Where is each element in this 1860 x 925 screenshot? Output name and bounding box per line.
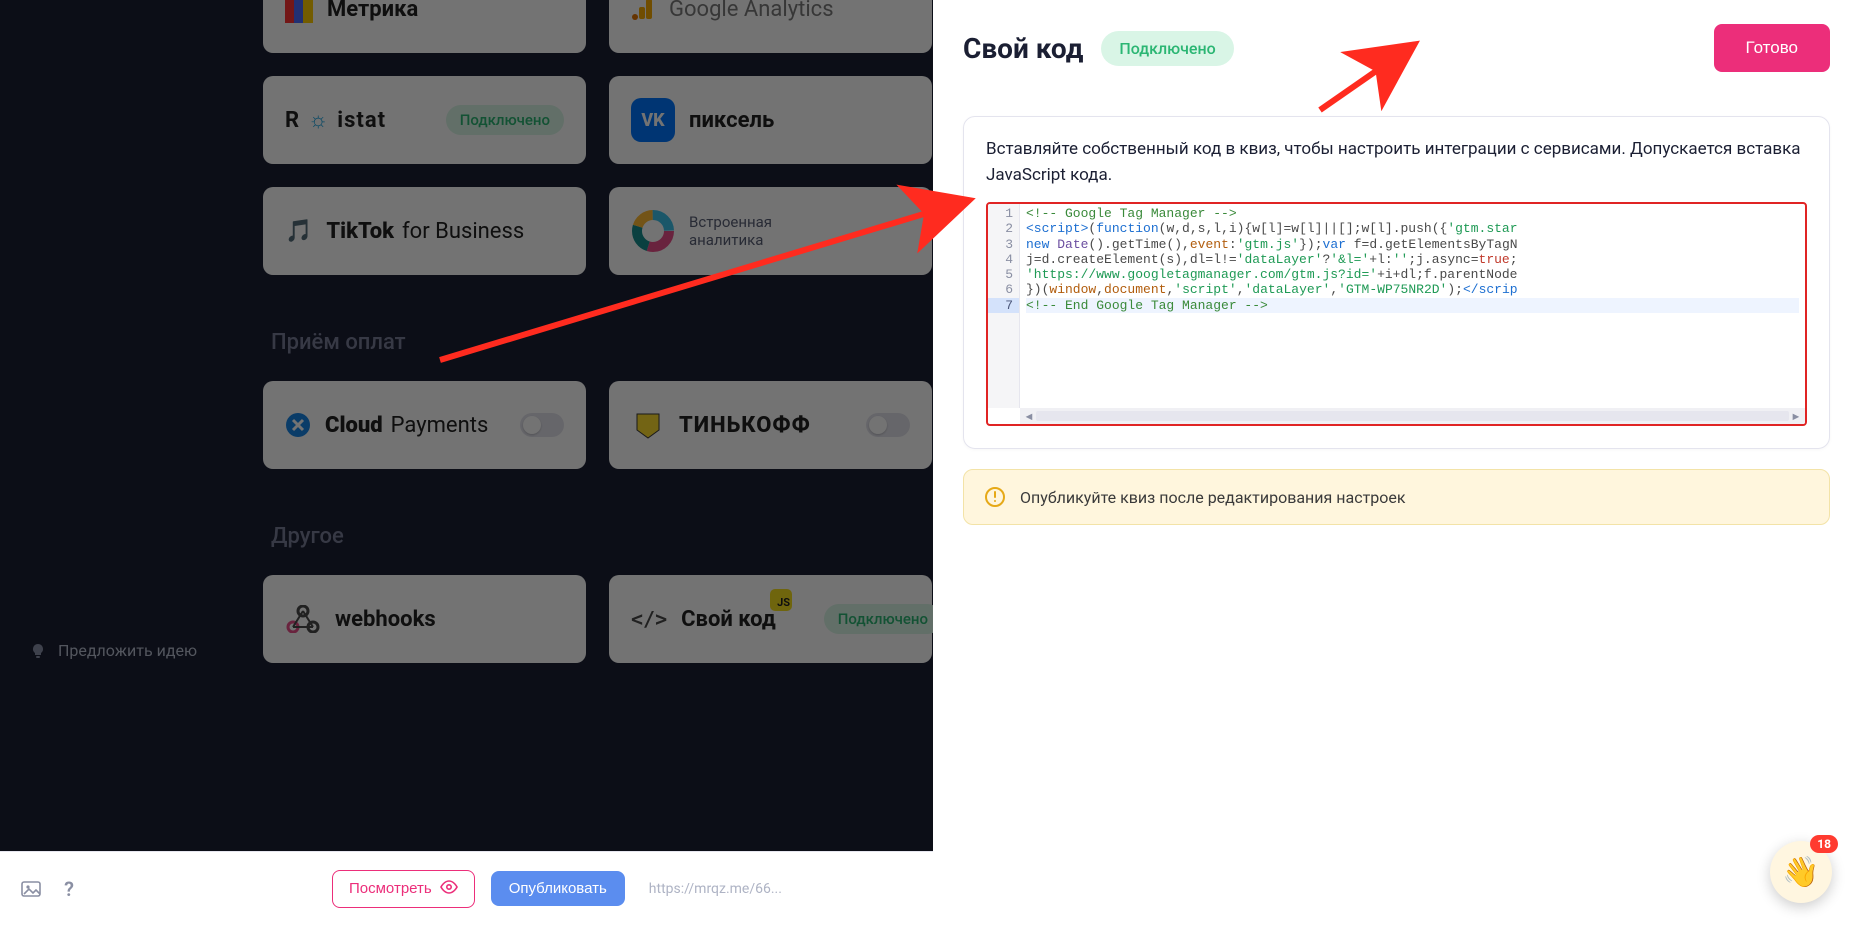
card-label: TikTok for Business xyxy=(326,219,524,244)
horizontal-scrollbar[interactable]: ◄ ► xyxy=(1020,408,1805,424)
warning-alert: Опубликуйте квиз после редактирования на… xyxy=(963,469,1830,525)
warning-icon xyxy=(984,486,1006,508)
status-badge: Подключено xyxy=(446,105,564,135)
help-icon[interactable]: ? xyxy=(58,878,80,900)
tiktok-icon: 🎵 xyxy=(285,219,312,244)
section-title-other: Другое xyxy=(271,524,933,549)
card-label: CloudPayments xyxy=(325,413,488,438)
code-content[interactable]: <!-- Google Tag Manager --> <script>(fun… xyxy=(1020,204,1805,408)
bulb-icon xyxy=(30,643,46,659)
card-builtin-analytics[interactable]: Встроеннаяаналитика xyxy=(609,187,932,275)
status-badge: Подключено xyxy=(824,604,942,634)
metrika-icon xyxy=(285,0,313,23)
toggle[interactable] xyxy=(866,413,910,437)
editor-container: Вставляйте собственный код в квиз, чтобы… xyxy=(963,116,1830,449)
card-yandex-metrika[interactable]: Метрика xyxy=(263,0,586,53)
scroll-right-icon[interactable]: ► xyxy=(1789,410,1803,423)
suggest-idea-button[interactable]: Предложить идею xyxy=(30,641,197,660)
footer-bar: ? Посмотреть Опубликовать https://mrqz.m… xyxy=(0,851,933,925)
background-integrations: Метрика Google Analytics R☼istat Подключ… xyxy=(0,0,933,925)
warning-text: Опубликуйте квиз после редактирования на… xyxy=(1020,488,1406,507)
tinkoff-icon xyxy=(631,408,665,442)
card-tinkoff[interactable]: ТИНЬКОФФ xyxy=(609,381,932,469)
quiz-url: https://mrqz.me/66... xyxy=(649,881,782,897)
suggest-label: Предложить идею xyxy=(58,641,197,660)
publish-button[interactable]: Опубликовать xyxy=(491,871,625,906)
section-title-payments: Приём оплат xyxy=(271,330,933,355)
donut-icon xyxy=(631,209,675,253)
preview-button[interactable]: Посмотреть xyxy=(332,870,475,908)
card-webhooks[interactable]: webhooks xyxy=(263,575,586,663)
code-editor[interactable]: 1 2 3 4 5 6 7 <!-- Google Tag Manager --… xyxy=(986,202,1807,426)
card-vk-pixel[interactable]: VK пиксель xyxy=(609,76,932,164)
webhooks-icon xyxy=(285,605,321,633)
js-badge-icon: JS xyxy=(770,589,792,611)
ga-icon xyxy=(631,0,655,21)
card-label: Встроеннаяаналитика xyxy=(689,213,772,249)
toggle[interactable] xyxy=(520,413,564,437)
wave-icon: 👋 xyxy=(1782,855,1819,890)
card-label: ТИНЬКОФФ xyxy=(679,413,811,438)
card-label: Google Analytics xyxy=(669,0,834,22)
card-label: пиксель xyxy=(689,108,774,133)
cloudpayments-icon xyxy=(285,412,311,438)
chat-badge: 18 xyxy=(1810,835,1838,853)
chat-fab[interactable]: 👋 18 xyxy=(1770,841,1832,903)
scroll-left-icon[interactable]: ◄ xyxy=(1022,410,1036,423)
card-own-code[interactable]: </> Свой код JS Подключено xyxy=(609,575,932,663)
card-google-analytics[interactable]: Google Analytics xyxy=(609,0,932,53)
card-roistat[interactable]: R☼istat Подключено xyxy=(263,76,586,164)
card-tiktok[interactable]: 🎵 TikTok for Business xyxy=(263,187,586,275)
card-cloudpayments[interactable]: CloudPayments xyxy=(263,381,586,469)
card-label: Метрика xyxy=(327,0,418,22)
code-icon: </> xyxy=(631,607,667,631)
done-button[interactable]: Готово xyxy=(1714,24,1831,72)
panel-title: Свой код xyxy=(963,32,1083,65)
status-badge: Подключено xyxy=(1101,31,1233,66)
own-code-panel: Свой код Подключено Готово Вставляйте со… xyxy=(933,0,1860,925)
card-label: R☼istat xyxy=(285,107,386,133)
editor-description: Вставляйте собственный код в квиз, чтобы… xyxy=(986,137,1807,188)
vk-icon: VK xyxy=(631,98,675,142)
card-label: Свой код xyxy=(681,607,776,632)
card-label: webhooks xyxy=(335,607,436,632)
line-gutter: 1 2 3 4 5 6 7 xyxy=(988,204,1020,408)
eye-icon xyxy=(440,880,458,898)
image-icon[interactable] xyxy=(20,878,42,900)
